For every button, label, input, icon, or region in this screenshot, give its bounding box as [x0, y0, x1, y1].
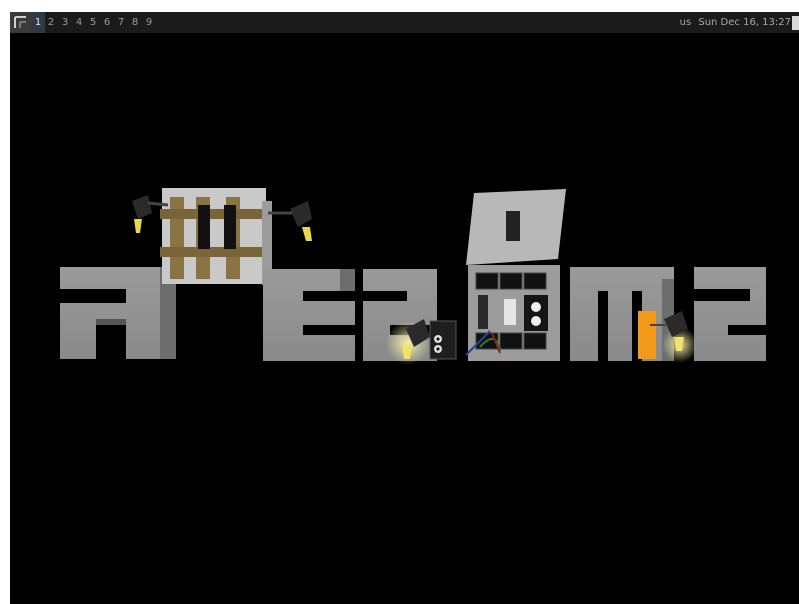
layout-indicator-icon[interactable]: [10, 12, 31, 33]
crate-shape: [160, 188, 272, 285]
tag-3[interactable]: 3: [58, 12, 72, 33]
tag-9[interactable]: 9: [142, 12, 156, 33]
letter-a-shape: [60, 267, 176, 359]
tag-4[interactable]: 4: [72, 12, 86, 33]
corner-widget[interactable]: [792, 16, 799, 30]
top-status-bar: 1 2 3 4 5 6 7 8 9 us Sun Dec 16, 13:27: [10, 12, 799, 33]
robot-speaker-shape: [429, 320, 457, 360]
tag-6[interactable]: 6: [100, 12, 114, 33]
open-box-shape: [465, 189, 566, 361]
letter-e-shape: [263, 269, 355, 361]
tag-8[interactable]: 8: [128, 12, 142, 33]
tag-1[interactable]: 1: [31, 12, 45, 33]
lamp-right-shape: [268, 201, 312, 241]
letter-e2-shape: [694, 267, 766, 361]
tag-5[interactable]: 5: [86, 12, 100, 33]
keyboard-layout[interactable]: us: [680, 17, 692, 28]
desktop-screen: 1 2 3 4 5 6 7 8 9 us Sun Dec 16, 13:27: [10, 12, 799, 604]
wallpaper-image: [60, 188, 766, 365]
tag-2[interactable]: 2: [44, 12, 58, 33]
status-area: us Sun Dec 16, 13:27: [676, 12, 791, 33]
letter-m-shape: [570, 267, 674, 361]
tag-7[interactable]: 7: [114, 12, 128, 33]
clock[interactable]: Sun Dec 16, 13:27: [698, 17, 791, 28]
